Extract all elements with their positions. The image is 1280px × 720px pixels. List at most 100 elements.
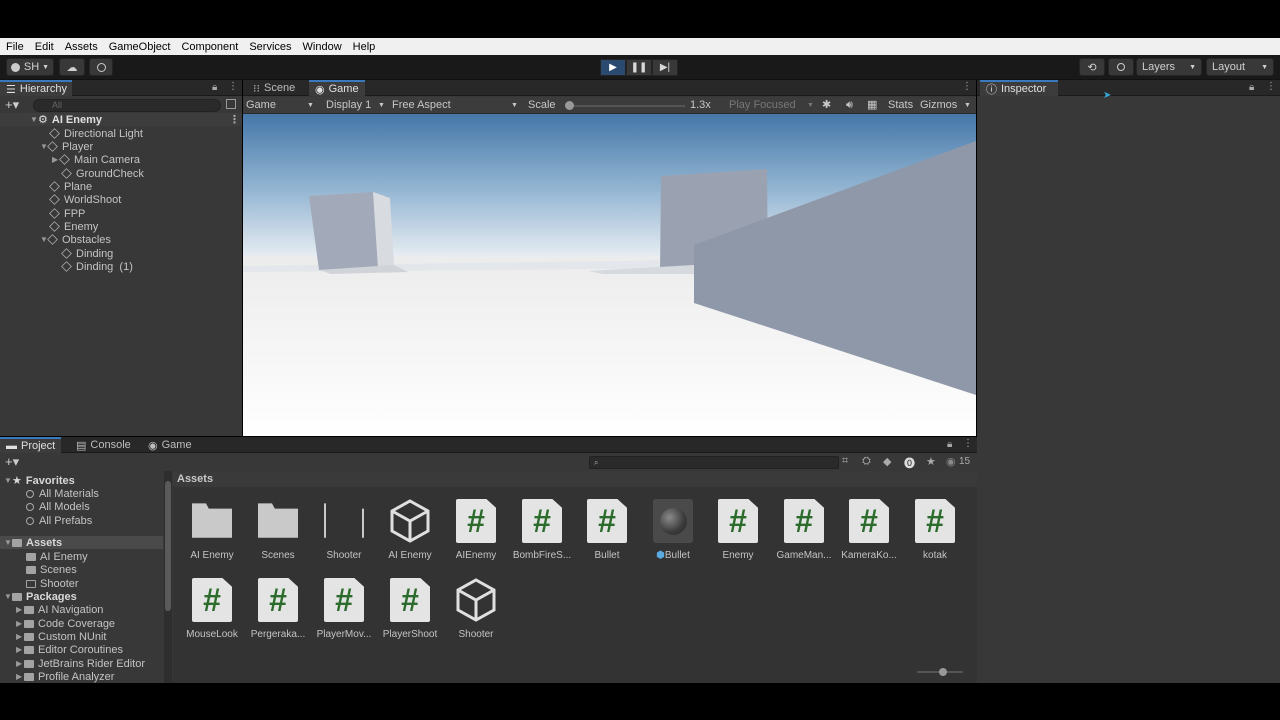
slider-thumb[interactable] — [565, 101, 574, 110]
asset-item[interactable]: # PlayerMov... — [311, 578, 377, 650]
tab-hierarchy[interactable]: ☰ Hierarchy — [0, 80, 72, 96]
asset-item[interactable]: # Bullet — [574, 499, 640, 571]
asset-item[interactable]: # kotak — [902, 499, 968, 571]
hidden-packages-icon[interactable]: ⓿ — [904, 455, 915, 471]
packages-header[interactable]: ▼ Packages — [4, 590, 77, 603]
asset-item[interactable]: # Pergeraka... — [245, 578, 311, 650]
hierarchy-item[interactable]: Dinding — [61, 247, 113, 260]
menu-assets[interactable]: Assets — [65, 41, 98, 53]
tab-game-secondary[interactable]: ◉ Game — [142, 437, 198, 453]
menu-component[interactable]: Component — [181, 41, 238, 53]
menu-edit[interactable]: Edit — [35, 41, 54, 53]
more-icon[interactable]: ⋮ — [963, 438, 973, 449]
foldout-open-icon[interactable]: ▼ — [30, 115, 38, 124]
tab-console[interactable]: ▤ Console — [70, 437, 137, 453]
hierarchy-item[interactable]: GroundCheck — [61, 167, 144, 180]
favorite-item[interactable]: All Materials — [26, 487, 99, 500]
scene-row[interactable]: ▼ ⚙ AI Enemy ⋮ — [0, 113, 242, 126]
add-icon[interactable]: +▾ — [5, 454, 19, 470]
scale-slider[interactable] — [565, 101, 685, 110]
asset-item[interactable]: ⬢Bullet — [640, 499, 706, 571]
foldout-open-icon[interactable]: ▼ — [4, 592, 12, 601]
hierarchy-item[interactable]: Dinding (1) — [61, 260, 133, 273]
visibility-icon[interactable]: ◉ — [946, 455, 956, 468]
search-button[interactable] — [1108, 58, 1134, 76]
foldout-closed-icon[interactable]: ▶ — [16, 659, 24, 668]
asset-item[interactable]: Shooter — [311, 499, 377, 571]
tab-inspector[interactable]: ⓘ Inspector — [980, 80, 1058, 96]
asset-item[interactable]: AI Enemy — [377, 499, 443, 571]
menu-services[interactable]: Services — [249, 41, 291, 53]
collab-button[interactable] — [89, 58, 113, 76]
favorite-item[interactable]: All Prefabs — [26, 514, 92, 527]
folder-item[interactable]: AI Enemy — [26, 550, 88, 563]
favorite-icon[interactable]: ★ — [926, 455, 936, 468]
asset-item[interactable]: Scenes — [245, 499, 311, 571]
asset-item[interactable]: AI Enemy — [179, 499, 245, 571]
foldout-closed-icon[interactable]: ▶ — [16, 619, 24, 628]
search-by-type-icon[interactable]: ⌗ — [842, 455, 848, 468]
scrollbar-thumb[interactable] — [165, 481, 171, 611]
search-type-icon[interactable] — [226, 99, 236, 109]
icon-size-slider[interactable] — [917, 668, 963, 676]
favorite-item[interactable]: All Models — [26, 500, 90, 513]
stats-button[interactable]: Stats — [888, 97, 913, 114]
asset-item[interactable]: # AIEnemy — [443, 499, 509, 571]
display-dropdown[interactable]: Display 1 — [326, 97, 371, 114]
package-item[interactable]: ▶ Code Coverage — [16, 617, 115, 630]
package-item[interactable]: ▶ JetBrains Rider Editor — [16, 657, 145, 670]
lock-icon[interactable]: 🔒︎ — [1249, 82, 1254, 93]
label-icon[interactable]: ◆ — [883, 455, 891, 468]
foldout-closed-icon[interactable]: ▶ — [16, 605, 24, 614]
more-icon[interactable]: ⋮ — [229, 113, 240, 126]
hierarchy-item[interactable]: FPP — [49, 207, 85, 220]
folder-item[interactable]: Shooter — [26, 577, 79, 590]
account-button[interactable]: SH ▼ — [6, 58, 54, 76]
asset-item[interactable]: # BombFireS... — [509, 499, 575, 571]
hierarchy-search-input[interactable]: All — [33, 99, 221, 112]
menu-window[interactable]: Window — [303, 41, 342, 53]
pause-button[interactable]: ❚❚ — [626, 59, 652, 76]
assets-header[interactable]: ▼ Assets — [0, 536, 163, 549]
tab-scene[interactable]: ⁝⁝ Scene — [247, 80, 301, 96]
chevron-down-icon[interactable]: ▼ — [964, 97, 971, 114]
asset-item[interactable]: # KameraKo... — [836, 499, 902, 571]
tab-project[interactable]: ▬ Project — [0, 437, 62, 453]
audio-icon[interactable]: 🔊︎ — [846, 97, 853, 114]
hierarchy-item[interactable]: ▼ Obstacles — [40, 233, 111, 246]
bug-icon[interactable]: ✱ — [822, 97, 831, 114]
lock-icon[interactable]: 🔒︎ — [212, 82, 217, 93]
foldout-closed-icon[interactable]: ▶ — [16, 645, 24, 654]
package-item[interactable]: ▶ Editor Coroutines — [16, 643, 123, 656]
keyboard-icon[interactable]: ▦ — [867, 97, 877, 114]
asset-item[interactable]: # PlayerShoot — [377, 578, 443, 650]
foldout-open-icon[interactable]: ▼ — [4, 538, 12, 547]
game-viewport[interactable] — [243, 114, 976, 436]
package-item[interactable]: ▶ Custom NUnit — [16, 630, 106, 643]
package-item[interactable]: ▶ Profile Analyzer — [16, 670, 114, 683]
undo-history-button[interactable]: ⟲ — [1079, 58, 1105, 76]
more-icon[interactable]: ⋮ — [228, 81, 238, 92]
slider-thumb[interactable] — [939, 668, 947, 676]
add-icon[interactable]: +▾ — [5, 97, 19, 113]
hierarchy-item[interactable]: Enemy — [49, 220, 98, 233]
asset-item[interactable]: # MouseLook — [179, 578, 245, 650]
asset-item[interactable]: # Enemy — [705, 499, 771, 571]
more-icon[interactable]: ⋮ — [1266, 81, 1276, 92]
layers-dropdown[interactable]: Layers ▼ — [1136, 58, 1202, 76]
project-search-input[interactable]: ⌕ — [589, 456, 839, 469]
tree-scrollbar[interactable] — [164, 471, 172, 683]
asset-breadcrumb[interactable]: Assets — [173, 471, 977, 487]
filter-type-icon[interactable]: ⛭ — [862, 455, 871, 468]
step-button[interactable]: ▶| — [652, 59, 678, 76]
play-focused-dropdown[interactable]: Play Focused — [729, 97, 796, 114]
foldout-closed-icon[interactable]: ▶ — [16, 632, 24, 641]
gizmos-button[interactable]: Gizmos — [920, 97, 957, 114]
package-item[interactable]: ▶ AI Navigation — [16, 603, 103, 616]
hierarchy-item[interactable]: WorldShoot — [49, 193, 121, 206]
more-icon[interactable]: ⋮ — [962, 81, 972, 92]
foldout-closed-icon[interactable]: ▶ — [16, 672, 24, 681]
tab-game[interactable]: ◉ Game — [309, 80, 365, 96]
lock-icon[interactable]: 🔒︎ — [947, 439, 952, 450]
menu-gameobject[interactable]: GameObject — [109, 41, 171, 53]
